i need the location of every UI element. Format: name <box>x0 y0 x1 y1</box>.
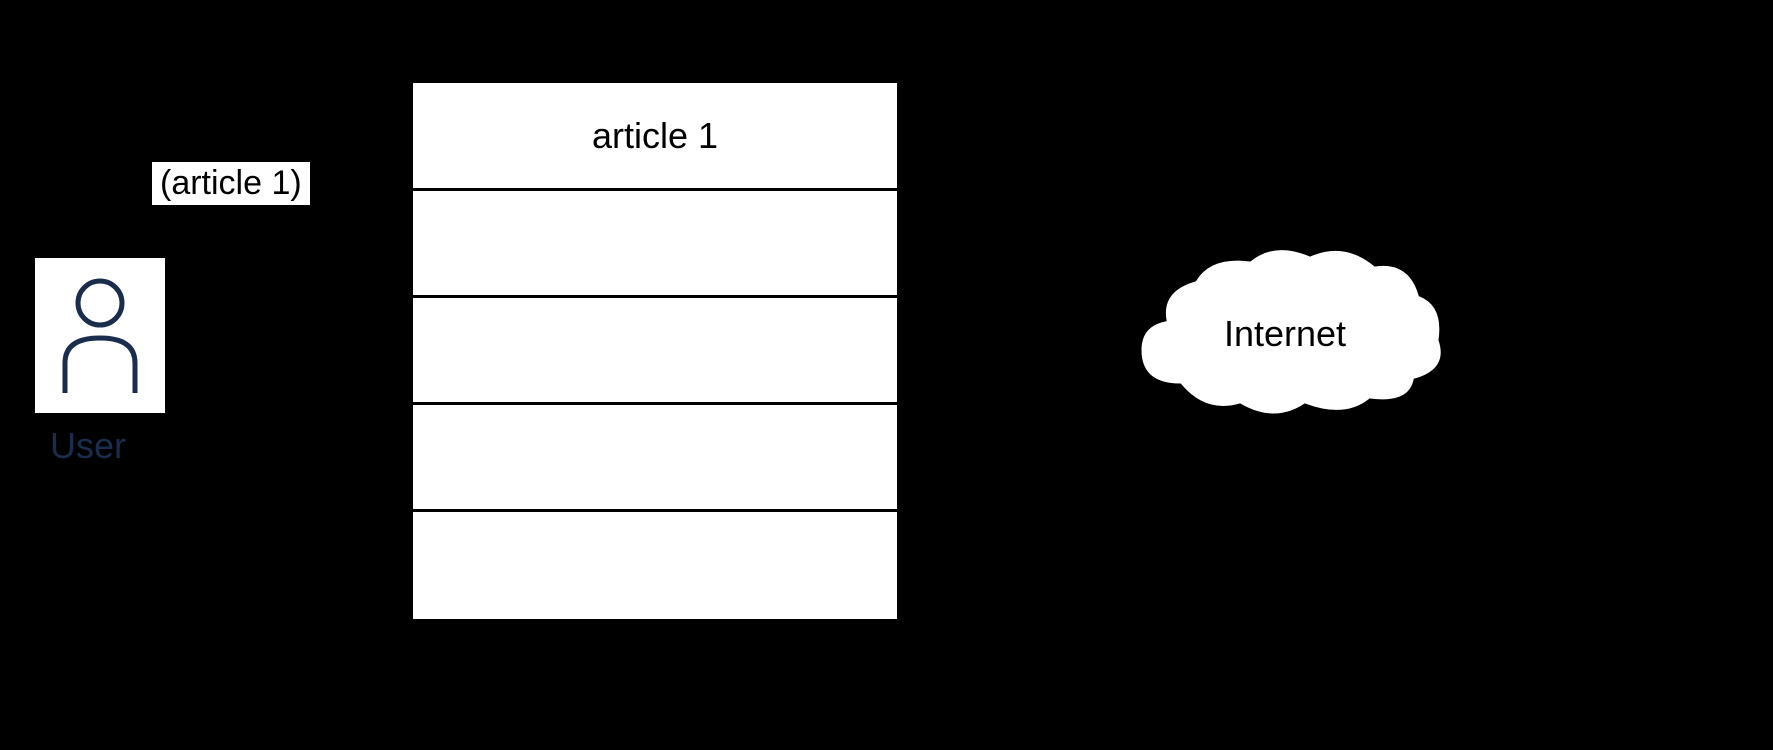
article-stack: article 1 <box>410 80 900 622</box>
stack-row <box>413 512 897 619</box>
stack-row <box>413 405 897 512</box>
user-icon <box>50 268 150 403</box>
internet-cloud: Internet <box>1110 230 1460 430</box>
user-node <box>35 258 165 413</box>
cloud-label: Internet <box>1224 313 1346 355</box>
stack-row <box>413 298 897 405</box>
stack-row <box>413 191 897 298</box>
stack-header: article 1 <box>413 83 897 191</box>
article-link-label: (article 1) <box>150 160 312 207</box>
user-label: User <box>50 425 126 467</box>
